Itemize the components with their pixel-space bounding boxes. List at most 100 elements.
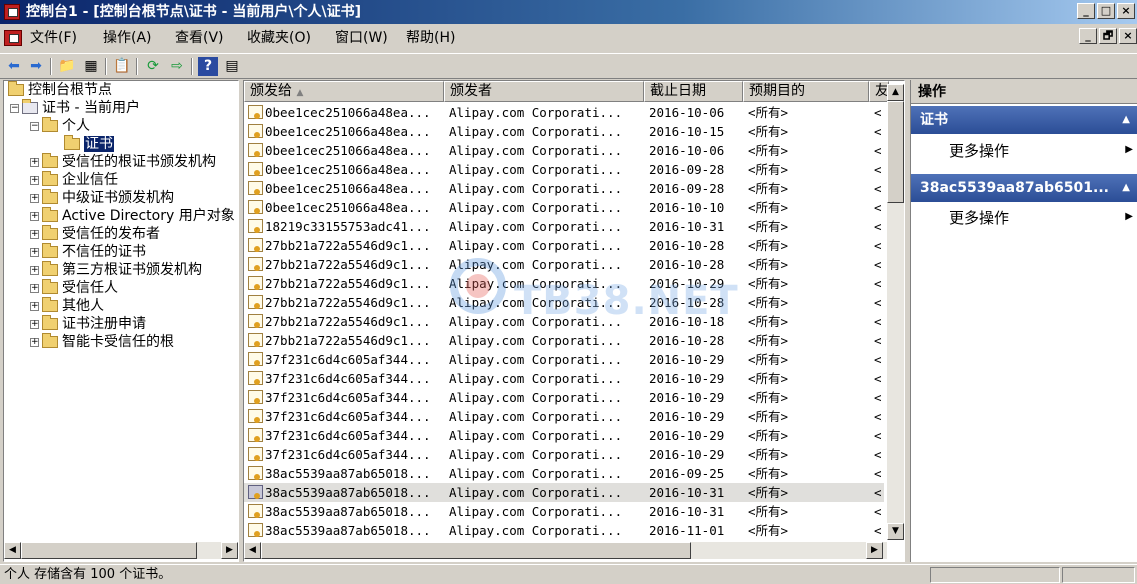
table-row[interactable]: 27bb21a722a5546d9c1... Alipay.com Corpora… — [244, 331, 884, 350]
table-row[interactable]: 38ac5539aa87ab65018... Alipay.com Corpora… — [244, 483, 884, 502]
tree-horizontal-scrollbar[interactable]: ◀ ▶ — [4, 542, 238, 559]
expand-icon[interactable]: + — [30, 301, 39, 311]
tree-node-enterprise-trust[interactable]: + 企业信任 — [30, 171, 118, 189]
column-header-purpose[interactable]: 预期目的 — [743, 81, 869, 102]
maximize-button[interactable]: □ — [1097, 3, 1115, 19]
table-row[interactable]: 37f231c6d4c605af344... Alipay.com Corpora… — [244, 388, 884, 407]
column-header-friendly-name[interactable]: 友 — [869, 81, 889, 102]
table-row[interactable]: 37f231c6d4c605af344... Alipay.com Corpora… — [244, 426, 884, 445]
tree-node-intermediate-ca[interactable]: + 中级证书颁发机构 — [30, 189, 174, 207]
list-vertical-scrollbar[interactable]: ▲ ▼ — [887, 84, 904, 540]
scroll-left-arrow-icon[interactable]: ◀ — [244, 542, 261, 559]
expand-icon[interactable]: + — [30, 319, 39, 329]
table-row[interactable]: 0bee1cec251066a48ea... Alipay.com Corpora… — [244, 160, 884, 179]
close-button[interactable]: × — [1117, 3, 1135, 19]
scroll-down-arrow-icon[interactable]: ▼ — [887, 523, 904, 540]
menu-action[interactable]: 操作(A) — [103, 29, 152, 47]
list-horizontal-scrollbar[interactable]: ◀ ▶ — [244, 542, 887, 559]
collapse-section-icon[interactable]: ▲ — [1122, 174, 1130, 202]
table-row[interactable]: 0bee1cec251066a48ea... Alipay.com Corpora… — [244, 179, 884, 198]
table-row[interactable]: 38ac5539aa87ab65018... Alipay.com Corpora… — [244, 502, 884, 521]
column-header-issued-to[interactable]: 颁发给 ▲ — [244, 81, 444, 102]
tree-node-console-root[interactable]: 控制台根节点 — [8, 81, 112, 99]
scrollbar-thumb[interactable] — [21, 542, 197, 559]
child-restore-button[interactable]: 🗗 — [1099, 28, 1117, 44]
tree-node-untrusted[interactable]: + 不信任的证书 — [30, 243, 146, 261]
back-icon[interactable]: ⬅ — [4, 57, 24, 76]
column-header-issuer[interactable]: 颁发者 — [444, 81, 644, 102]
more-actions-item[interactable]: 更多操作 — [949, 207, 1009, 228]
export-list-icon[interactable]: 📋 — [112, 57, 132, 76]
collapse-icon[interactable]: − — [30, 121, 39, 131]
tree-node-trusted-publishers[interactable]: + 受信任的发布者 — [30, 225, 160, 243]
tree-node-smart-card-root[interactable]: + 智能卡受信任的根 — [30, 333, 174, 351]
table-row[interactable]: 37f231c6d4c605af344... Alipay.com Corpora… — [244, 350, 884, 369]
expand-icon[interactable]: + — [30, 211, 39, 221]
tree-node-trusted-people[interactable]: + 受信任人 — [30, 279, 118, 297]
tree-node-certificates-current-user[interactable]: − 证书 - 当前用户 — [10, 99, 140, 117]
certificate-icon — [248, 200, 263, 214]
collapse-icon[interactable]: − — [10, 103, 19, 113]
expand-icon[interactable]: + — [30, 193, 39, 203]
table-row[interactable]: 37f231c6d4c605af344... Alipay.com Corpora… — [244, 369, 884, 388]
scroll-left-arrow-icon[interactable]: ◀ — [4, 542, 21, 559]
scroll-up-arrow-icon[interactable]: ▲ — [887, 84, 904, 101]
table-row[interactable]: 27bb21a722a5546d9c1... Alipay.com Corpora… — [244, 236, 884, 255]
expand-icon[interactable]: + — [30, 175, 39, 185]
more-actions-item[interactable]: 更多操作 — [949, 140, 1009, 161]
menu-view[interactable]: 查看(V) — [175, 29, 224, 47]
expand-icon[interactable]: + — [30, 229, 39, 239]
table-row[interactable]: 27bb21a722a5546d9c1... Alipay.com Corpora… — [244, 255, 884, 274]
table-row[interactable]: 18219c33155753adc41... Alipay.com Corpora… — [244, 217, 884, 236]
table-row[interactable]: 27bb21a722a5546d9c1... Alipay.com Corpora… — [244, 312, 884, 331]
actions-section-selected-certificate[interactable]: 38ac5539aa87ab6501... ▲ — [911, 174, 1137, 202]
table-row[interactable]: 38ac5539aa87ab65018... Alipay.com Corpora… — [244, 464, 884, 483]
mmc-app-icon[interactable] — [4, 4, 20, 20]
up-folder-icon[interactable]: 📁 — [57, 57, 77, 76]
help-icon[interactable]: ? — [198, 57, 218, 76]
menu-help[interactable]: 帮助(H) — [406, 29, 455, 47]
actions-section-certificates[interactable]: 证书 ▲ — [911, 106, 1137, 134]
table-row[interactable]: 27bb21a722a5546d9c1... Alipay.com Corpora… — [244, 274, 884, 293]
action-pane-icon[interactable]: ▤ — [222, 57, 242, 76]
table-row[interactable]: 27bb21a722a5546d9c1... Alipay.com Corpora… — [244, 293, 884, 312]
tree-node-personal[interactable]: − 个人 — [30, 117, 90, 135]
cell-purpose: <所有> — [748, 238, 789, 253]
table-row[interactable]: 0bee1cec251066a48ea... Alipay.com Corpora… — [244, 198, 884, 217]
certificate-icon — [248, 162, 263, 176]
tree-node-other-people[interactable]: + 其他人 — [30, 297, 104, 315]
export-icon[interactable]: ⇨ — [167, 57, 187, 76]
tree-node-trusted-root[interactable]: + 受信任的根证书颁发机构 — [30, 153, 216, 171]
tree-node-enrollment-requests[interactable]: + 证书注册申请 — [30, 315, 146, 333]
table-row[interactable]: 0bee1cec251066a48ea... Alipay.com Corpora… — [244, 103, 884, 122]
minimize-button[interactable]: _ — [1077, 3, 1095, 19]
expand-icon[interactable]: + — [30, 337, 39, 347]
expand-icon[interactable]: + — [30, 265, 39, 275]
table-row[interactable]: 0bee1cec251066a48ea... Alipay.com Corpora… — [244, 141, 884, 160]
expand-icon[interactable]: + — [30, 157, 39, 167]
scrollbar-thumb[interactable] — [261, 542, 691, 559]
column-header-expiration[interactable]: 截止日期 — [644, 81, 743, 102]
tree-node-third-party-root[interactable]: + 第三方根证书颁发机构 — [30, 261, 202, 279]
menu-file[interactable]: 文件(F) — [30, 29, 77, 47]
table-row[interactable]: 37f231c6d4c605af344... Alipay.com Corpora… — [244, 407, 884, 426]
child-minimize-button[interactable]: _ — [1079, 28, 1097, 44]
tree-node-certificates[interactable]: 证书 — [64, 135, 114, 153]
scroll-right-arrow-icon[interactable]: ▶ — [221, 542, 238, 559]
expand-icon[interactable]: + — [30, 247, 39, 257]
collapse-section-icon[interactable]: ▲ — [1122, 106, 1130, 134]
table-row[interactable]: 37f231c6d4c605af344... Alipay.com Corpora… — [244, 445, 884, 464]
scrollbar-thumb[interactable] — [887, 101, 904, 203]
menu-favorites[interactable]: 收藏夹(O) — [247, 29, 311, 47]
console-icon[interactable] — [4, 30, 22, 46]
scroll-right-arrow-icon[interactable]: ▶ — [866, 542, 883, 559]
expand-icon[interactable]: + — [30, 283, 39, 293]
tree-node-active-directory[interactable]: + Active Directory 用户对象 — [30, 207, 235, 225]
table-row[interactable]: 0bee1cec251066a48ea... Alipay.com Corpora… — [244, 122, 884, 141]
menu-window[interactable]: 窗口(W) — [335, 29, 388, 47]
child-close-button[interactable]: × — [1119, 28, 1137, 44]
refresh-icon[interactable]: ⟳ — [143, 57, 163, 76]
forward-icon[interactable]: ➡ — [26, 57, 46, 76]
table-row[interactable]: 38ac5539aa87ab65018... Alipay.com Corpora… — [244, 521, 884, 540]
show-tree-icon[interactable]: ▦ — [81, 57, 101, 76]
